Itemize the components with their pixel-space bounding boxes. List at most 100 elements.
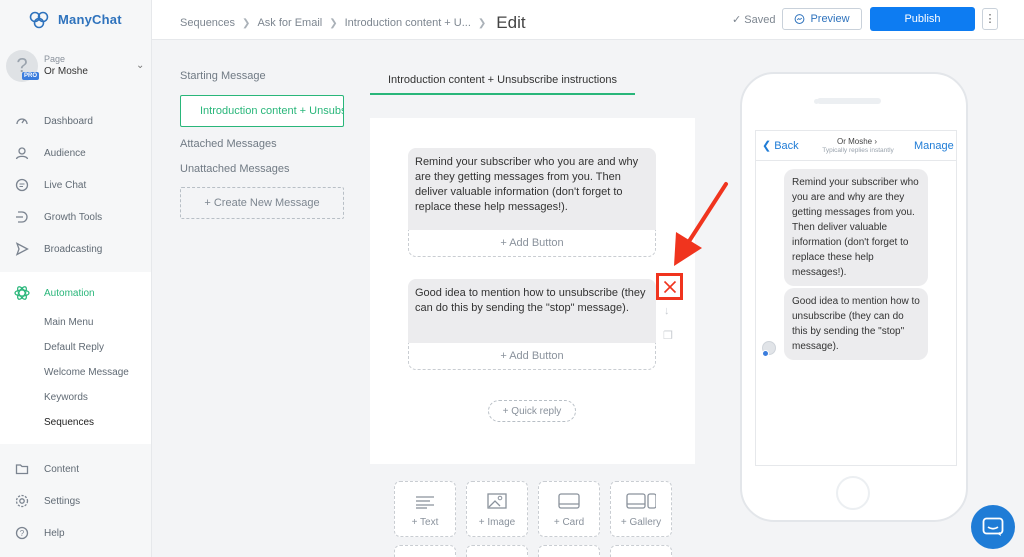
add-gallery-label: + Gallery (620, 517, 662, 528)
back-label: Back (774, 139, 799, 152)
phone-screen: ❮ Back Or Moshe › Typically replies inst… (755, 130, 957, 466)
message-editor: Remind your subscriber who you are and w… (370, 118, 695, 464)
nav-content[interactable]: Content (0, 457, 151, 481)
add-list-tile[interactable] (538, 545, 600, 557)
atom-icon (0, 285, 44, 301)
nav-dashboard[interactable]: Dashboard (0, 109, 151, 133)
add-video-tile[interactable] (466, 545, 528, 557)
move-down-icon[interactable]: ↓ (664, 305, 670, 317)
chat-bubble-icon (0, 178, 44, 192)
check-icon: ✓ (732, 14, 742, 26)
nav-live-chat-label: Live Chat (44, 179, 87, 191)
page-selector[interactable]: ? PRO Page Or Moshe ⌄ (6, 50, 146, 86)
add-gallery-tile[interactable]: + Gallery (610, 481, 672, 537)
add-button-1[interactable]: + Add Button (408, 230, 656, 257)
add-text-label: + Text (411, 517, 439, 528)
chevron-right-icon: ❯ (242, 17, 251, 29)
add-image-label: + Image (478, 517, 516, 528)
nav-growth-tools-label: Growth Tools (44, 211, 103, 223)
manychat-logo-icon (29, 11, 49, 29)
phone-speaker (817, 98, 881, 104)
phone-home-button (836, 476, 870, 510)
nav-audience[interactable]: Audience (0, 141, 151, 165)
nav-content-label: Content (44, 463, 80, 475)
editor-message-tab[interactable]: Introduction content + Unsubscribe instr… (370, 74, 635, 95)
saved-status: ✓ Saved (732, 13, 775, 26)
manage-button[interactable]: Manage (914, 140, 954, 152)
saved-label: Saved (744, 14, 776, 26)
preview-bubble-1: Remind your subscriber who you are and w… (784, 169, 928, 286)
folder-icon (0, 462, 44, 476)
breadcrumb-ask-for-email[interactable]: Ask for Email (257, 17, 322, 29)
page-name: Or Moshe (44, 66, 88, 77)
image-icon (487, 493, 507, 509)
nav-dashboard-label: Dashboard (44, 115, 93, 127)
nav-growth-tools[interactable]: Growth Tools (0, 205, 151, 229)
nav-broadcasting[interactable]: Broadcasting (0, 237, 151, 261)
add-audio-tile[interactable] (394, 545, 456, 557)
add-file-tile[interactable] (610, 545, 672, 557)
publish-button[interactable]: Publish (870, 7, 975, 31)
nav-main-menu[interactable]: Main Menu (44, 317, 93, 328)
help-icon: ? (0, 526, 44, 540)
preview-bubble-2: Good idea to mention how to unsubscribe … (784, 288, 928, 360)
nav-help-label: Help (44, 527, 65, 539)
annotation-arrow-icon (674, 182, 728, 266)
add-card-tile[interactable]: + Card (538, 481, 600, 537)
nav-settings[interactable]: Settings (0, 489, 151, 513)
app-logo[interactable]: ManyChat (28, 8, 122, 30)
nav-default-reply[interactable]: Default Reply (44, 342, 104, 353)
unattached-messages-title[interactable]: Unattached Messages (180, 163, 289, 175)
starting-message-title: Starting Message (180, 70, 266, 82)
nav-keywords[interactable]: Keywords (44, 392, 88, 403)
nav-help[interactable]: ? Help (0, 521, 151, 545)
card-icon (558, 493, 580, 509)
nav-settings-label: Settings (44, 495, 81, 507)
preview-button[interactable]: Preview (782, 8, 862, 30)
bot-avatar (762, 341, 776, 357)
nav-automation[interactable]: Automation (0, 281, 151, 305)
attached-messages-title[interactable]: Attached Messages (180, 138, 277, 150)
chevron-down-icon: ⌄ (136, 60, 145, 71)
preview-label: Preview (810, 13, 850, 25)
page-selector-label: Page (44, 54, 66, 64)
breadcrumb-sequences[interactable]: Sequences (180, 17, 235, 29)
chevron-right-icon: ❯ (477, 17, 487, 29)
svg-text:?: ? (20, 529, 25, 538)
breadcrumb: Sequences ❯ Ask for Email ❯ Introduction… (180, 13, 526, 33)
create-new-message-button[interactable]: + Create New Message (180, 187, 344, 219)
user-icon (0, 146, 44, 160)
nav-live-chat[interactable]: Live Chat (0, 173, 151, 197)
breadcrumb-message[interactable]: Introduction content + U... (345, 17, 471, 29)
starting-message-item[interactable]: Introduction content + Unsubscribe instr… (180, 95, 344, 127)
add-text-tile[interactable]: + Text (394, 481, 456, 537)
pro-badge: PRO (22, 72, 40, 80)
add-button-2[interactable]: + Add Button (408, 343, 656, 370)
chat-icon (982, 517, 1004, 536)
support-chat-button[interactable] (971, 505, 1015, 549)
messenger-header: ❮ Back Or Moshe › Typically replies inst… (756, 131, 956, 161)
nav-broadcasting-label: Broadcasting (44, 243, 103, 255)
close-icon (663, 280, 676, 293)
nav-audience-label: Audience (44, 147, 86, 159)
quick-reply-button[interactable]: + Quick reply (488, 400, 576, 422)
add-card-label: + Card (553, 517, 585, 528)
nav-sequences[interactable]: Sequences (44, 417, 94, 428)
duplicate-icon[interactable]: ❐ (663, 329, 673, 342)
back-button[interactable]: ❮ Back (762, 139, 799, 153)
nav-welcome-message[interactable]: Welcome Message (44, 367, 129, 378)
text-block-1[interactable]: Remind your subscriber who you are and w… (408, 148, 656, 230)
more-options-icon[interactable]: ⋮ (982, 8, 998, 30)
chevron-right-icon: ❯ (329, 17, 338, 29)
add-image-tile[interactable]: + Image (466, 481, 528, 537)
contact-status: Typically replies instantly (822, 147, 894, 154)
delete-block-button[interactable] (656, 273, 683, 300)
top-bar: Sequences ❯ Ask for Email ❯ Introduction… (152, 0, 1024, 40)
chevron-left-icon: ❮ (762, 140, 772, 152)
send-icon (0, 242, 44, 256)
chevron-right-icon: › (874, 137, 878, 146)
growth-tools-icon (0, 210, 44, 224)
speedometer-icon (0, 114, 44, 128)
gear-icon (0, 494, 44, 508)
text-block-2[interactable]: Good idea to mention how to unsubscribe … (408, 279, 656, 345)
